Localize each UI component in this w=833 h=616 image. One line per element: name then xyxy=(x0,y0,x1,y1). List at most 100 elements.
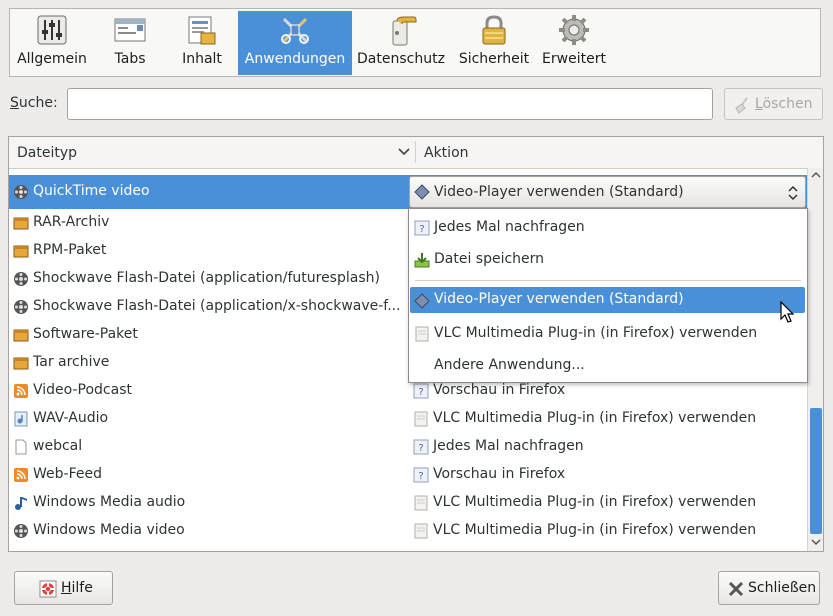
question-mark-icon: ? xyxy=(413,383,429,399)
vertical-scrollbar[interactable] xyxy=(807,168,823,551)
filetype-action: Vorschau in Firefox xyxy=(433,382,566,398)
table-row[interactable]: Windows Media video VLC Multimedia Plug-… xyxy=(9,517,807,545)
tab-erweitert-label: Erweitert xyxy=(542,51,606,67)
tab-tabs-label: Tabs xyxy=(114,51,146,67)
filetype-name: QuickTime video xyxy=(33,183,150,199)
scroll-down-arrow-icon[interactable] xyxy=(810,536,822,548)
close-icon xyxy=(728,581,744,597)
menu-separator xyxy=(415,280,801,281)
chevron-down-icon[interactable] xyxy=(394,141,414,161)
gear-icon xyxy=(559,15,589,45)
filetype-name: Video-Podcast xyxy=(33,382,132,398)
filetype-action: Jedes Mal nachfragen xyxy=(433,438,584,454)
plugin-icon xyxy=(414,495,428,511)
question-mark-icon: ? xyxy=(413,467,429,483)
svg-text:?: ? xyxy=(418,443,423,454)
filetype-name: Shockwave Flash-Datei (application/x-sho… xyxy=(33,298,401,314)
close-button[interactable]: Schließen xyxy=(718,571,820,605)
content-icon xyxy=(188,16,216,45)
filetype-name: webcal xyxy=(33,438,83,454)
menu-item-video-player[interactable]: Video-Player verwenden (Standard) xyxy=(410,287,805,313)
search-label-text: uche: xyxy=(18,95,58,111)
action-dropdown-menu: ? Jedes Mal nachfragen Datei speichern V… xyxy=(408,208,808,383)
menu-item-save-file[interactable]: Datei speichern xyxy=(410,246,806,274)
package-box-icon xyxy=(13,329,29,342)
column-separator xyxy=(415,141,416,163)
filetype-name: Windows Media audio xyxy=(33,494,186,510)
tab-tabs[interactable]: Tabs xyxy=(100,11,160,75)
film-reel-icon xyxy=(14,185,28,199)
rss-feed-icon xyxy=(14,384,28,398)
filetype-name: Windows Media video xyxy=(33,522,185,538)
table-row[interactable]: webcal ? Jedes Mal nachfragen xyxy=(9,433,807,461)
table-row[interactable]: Web-Feed ? Vorschau in Firefox xyxy=(9,461,807,489)
question-mark-icon: ? xyxy=(414,220,430,236)
table-row[interactable]: Windows Media audio VLC Multimedia Plug-… xyxy=(9,489,807,517)
filetype-name: Software-Paket xyxy=(33,326,138,342)
music-note-icon xyxy=(15,497,27,510)
question-mark-icon: ? xyxy=(413,439,429,455)
blank-file-icon xyxy=(15,439,27,455)
menu-item-vlc-plugin[interactable]: VLC Multimedia Plug-in (in Firefox) verw… xyxy=(410,320,806,348)
clear-button[interactable]: Löschen xyxy=(724,88,823,120)
tab-datenschutz-label: Datenschutz xyxy=(357,51,445,67)
help-button-label: Hilfe xyxy=(61,580,93,596)
video-player-icon xyxy=(414,293,430,309)
download-save-icon xyxy=(414,253,430,268)
tabs-icon xyxy=(114,18,146,42)
package-box-icon xyxy=(13,245,29,258)
film-reel-icon xyxy=(14,524,28,538)
help-button[interactable]: Hilfe xyxy=(14,571,113,605)
scrollbar-thumb[interactable] xyxy=(810,408,822,534)
filetype-name: Web-Feed xyxy=(33,466,102,482)
menu-item-label: Datei speichern xyxy=(434,251,545,267)
plugin-icon xyxy=(415,326,429,342)
tab-anwendungen[interactable]: Anwendungen xyxy=(238,11,352,75)
menu-item-other-application[interactable]: Andere Anwendung... xyxy=(410,352,806,380)
column-header-aktion[interactable]: Aktion xyxy=(424,145,469,161)
rss-feed-icon xyxy=(14,468,28,482)
video-player-icon xyxy=(414,184,430,200)
combo-arrows-icon xyxy=(788,185,798,201)
tab-datenschutz[interactable]: Datenschutz xyxy=(356,11,446,75)
column-header-dateityp[interactable]: Dateityp xyxy=(17,145,77,161)
svg-text:?: ? xyxy=(418,471,423,482)
tab-erweitert[interactable]: Erweitert xyxy=(538,11,610,75)
filetype-name: RAR-Archiv xyxy=(33,214,110,230)
applications-icon xyxy=(281,17,309,44)
audio-file-icon xyxy=(14,411,28,427)
plugin-icon xyxy=(414,411,428,427)
tab-sicherheit-label: Sicherheit xyxy=(458,51,530,67)
tab-allgemein[interactable]: Allgemein xyxy=(12,11,92,75)
tab-allgemein-label: Allgemein xyxy=(17,51,87,67)
plugin-icon xyxy=(414,523,428,539)
menu-item-ask-every-time[interactable]: ? Jedes Mal nachfragen xyxy=(410,214,806,242)
action-combobox[interactable]: Video-Player verwenden (Standard) xyxy=(409,176,806,208)
filetype-name: Shockwave Flash-Datei (application/futur… xyxy=(33,270,380,286)
film-reel-icon xyxy=(14,272,28,286)
svg-text:?: ? xyxy=(419,224,424,235)
search-input[interactable] xyxy=(67,88,713,120)
help-lifebuoy-icon xyxy=(39,580,57,598)
table-row[interactable]: WAV-Audio VLC Multimedia Plug-in (in Fir… xyxy=(9,405,807,433)
search-label: Suche: xyxy=(10,95,58,111)
action-combobox-value: Video-Player verwenden (Standard) xyxy=(434,184,684,200)
filetype-name: Tar archive xyxy=(33,354,110,370)
tab-inhalt[interactable]: Inhalt xyxy=(170,11,234,75)
privacy-icon xyxy=(392,16,417,46)
filetype-name: RPM-Paket xyxy=(33,242,107,258)
lock-icon xyxy=(482,15,506,45)
sliders-icon xyxy=(37,15,67,45)
table-row-selected[interactable]: QuickTime video Video-Player verwenden (… xyxy=(9,175,807,209)
mouse-cursor-icon xyxy=(780,301,795,323)
scroll-up-arrow-icon[interactable] xyxy=(810,169,822,181)
tab-anwendungen-label: Anwendungen xyxy=(244,51,346,67)
close-button-label: Schließen xyxy=(748,580,817,596)
filetype-action: Vorschau in Firefox xyxy=(433,466,566,482)
clear-button-label: Löschen xyxy=(755,96,813,112)
svg-text:?: ? xyxy=(418,387,423,398)
film-reel-icon xyxy=(14,300,28,314)
menu-item-label: VLC Multimedia Plug-in (in Firefox) verw… xyxy=(434,325,758,341)
tab-sicherheit[interactable]: Sicherheit xyxy=(456,11,532,75)
menu-item-label: Jedes Mal nachfragen xyxy=(434,219,585,235)
